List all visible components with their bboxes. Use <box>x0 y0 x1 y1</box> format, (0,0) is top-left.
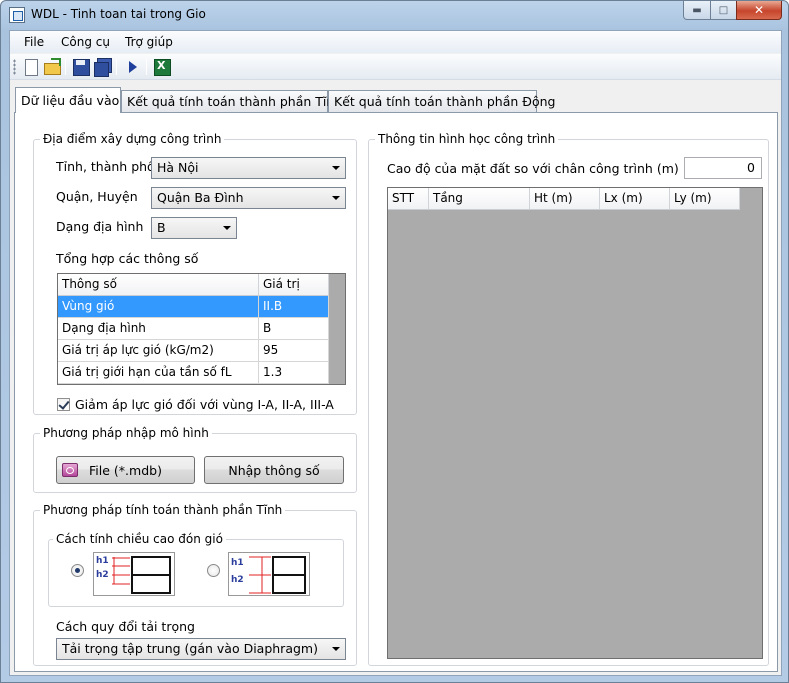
district-select[interactable]: Quận Ba Đình <box>151 187 346 209</box>
maximize-icon: □ <box>718 4 729 16</box>
params-cell-name[interactable]: Dạng địa hình <box>58 318 259 340</box>
model-input-group: Phương pháp nhập mô hình File (*.mdb) Nh… <box>33 426 357 493</box>
client-area: File Công cụ Trợ giúp Dữ liệu đầu vào Kế… <box>9 30 782 676</box>
frame-diagram-icon <box>249 556 306 594</box>
close-button[interactable]: ✕ <box>736 1 782 20</box>
params-cell-value[interactable]: 95 <box>259 340 329 362</box>
tab-dynamic-results[interactable]: Kết quả tính toán thành phần Động <box>328 90 555 112</box>
geometry-group-title: Thông tin hình học công trình <box>375 132 559 146</box>
static-method-group-title: Phương pháp tính toán thành phần Tĩnh <box>40 503 286 517</box>
close-icon: ✕ <box>753 3 765 17</box>
file-mdb-button[interactable]: File (*.mdb) <box>56 456 195 484</box>
province-label: Tỉnh, thành phố <box>56 159 155 174</box>
params-cell-value[interactable]: II.B <box>259 296 329 318</box>
location-group-title: Địa điểm xây dựng công trình <box>40 132 225 146</box>
ground-elevation-label: Cao độ của mặt đất so với chân công trìn… <box>387 161 679 176</box>
params-header-value[interactable]: Giá trị <box>259 274 329 296</box>
toolbar <box>10 54 781 80</box>
wind-height-group-title: Cách tính chiều cao đón gió <box>53 532 226 546</box>
toolbar-grip[interactable] <box>13 59 16 75</box>
geometry-header-floor[interactable]: Tầng <box>429 188 530 210</box>
params-cell-name[interactable]: Vùng gió <box>58 296 259 318</box>
geometry-table[interactable]: STT Tầng Ht (m) Lx (m) Ly (m) <box>387 187 763 659</box>
tab-input-data[interactable]: Dữ liệu đầu vào <box>15 87 121 113</box>
height-option-1-radio[interactable] <box>71 564 84 577</box>
load-conversion-select[interactable]: Tải trọng tập trung (gán vào Diaphragm) <box>56 638 346 660</box>
key-icon <box>62 463 78 477</box>
province-select[interactable]: Hà Nội <box>151 157 346 179</box>
title-bar[interactable]: WDL - Tinh toan tai trong Gio ▬ □ ✕ <box>1 1 788 29</box>
geometry-header-lx[interactable]: Lx (m) <box>600 188 670 210</box>
params-cell-name[interactable]: Giá trị giới hạn của tần số fL <box>58 362 259 384</box>
save-icon[interactable] <box>72 58 90 76</box>
height-diagram-2: h1 h2 <box>228 552 310 596</box>
chevron-down-icon <box>223 226 231 230</box>
height-option-2-radio[interactable] <box>207 564 220 577</box>
terrain-label: Dạng địa hình <box>56 219 144 234</box>
wind-height-group: Cách tính chiều cao đón gió h1 h2 h1 h2 <box>48 532 344 607</box>
menu-help[interactable]: Trợ giúp <box>125 35 173 49</box>
minimize-icon: ▬ <box>692 4 702 16</box>
params-cell-value[interactable]: 1.3 <box>259 362 329 384</box>
maximize-button[interactable]: □ <box>710 1 737 20</box>
tab-panel-input: Địa điểm xây dựng công trình Tỉnh, thành… <box>14 112 778 672</box>
file-mdb-button-label: File (*.mdb) <box>89 462 162 478</box>
new-file-icon[interactable] <box>22 58 40 76</box>
load-conversion-label: Cách quy đổi tải trọng <box>56 619 195 634</box>
summary-title: Tổng hợp các thông số <box>56 251 199 266</box>
terrain-value: B <box>157 220 166 235</box>
app-window: WDL - Tinh toan tai trong Gio ▬ □ ✕ File… <box>0 0 789 683</box>
app-icon <box>9 7 25 23</box>
menu-tools[interactable]: Công cụ <box>61 35 110 49</box>
save-all-icon[interactable] <box>94 58 112 77</box>
menu-bar: File Công cụ Trợ giúp <box>10 31 781 53</box>
window-title: WDL - Tinh toan tai trong Gio <box>31 7 206 21</box>
model-input-group-title: Phương pháp nhập mô hình <box>40 426 212 440</box>
tab-static-results[interactable]: Kết quả tính toán thành phần Tĩnh <box>121 90 342 112</box>
run-icon[interactable] <box>124 58 142 76</box>
reduce-pressure-checkbox[interactable] <box>57 398 70 411</box>
height-diagram-1: h1 h2 <box>93 552 175 596</box>
params-cell-name[interactable]: Giá trị áp lực gió (kG/m2) <box>58 340 259 362</box>
enter-params-button[interactable]: Nhập thông số <box>204 456 344 484</box>
static-method-group: Phương pháp tính toán thành phần Tĩnh Cá… <box>33 503 357 666</box>
chevron-down-icon <box>332 196 340 200</box>
ground-elevation-input[interactable]: 0 <box>684 157 762 179</box>
location-group: Địa điểm xây dựng công trình Tỉnh, thành… <box>33 132 357 415</box>
open-folder-icon[interactable] <box>43 58 61 76</box>
toolbar-separator <box>116 59 117 75</box>
load-conversion-value: Tải trọng tập trung (gán vào Diaphragm) <box>62 641 318 656</box>
params-cell-value[interactable]: B <box>259 318 329 340</box>
district-value: Quận Ba Đình <box>157 190 244 205</box>
minimize-button[interactable]: ▬ <box>683 1 711 20</box>
excel-icon[interactable] <box>153 58 171 76</box>
geometry-header-ht[interactable]: Ht (m) <box>530 188 600 210</box>
frame-diagram-icon <box>112 556 171 594</box>
province-value: Hà Nội <box>157 160 199 175</box>
chevron-down-icon <box>332 647 340 651</box>
geometry-header-ly[interactable]: Ly (m) <box>670 188 740 210</box>
toolbar-separator <box>146 59 147 75</box>
menu-file[interactable]: File <box>24 35 44 49</box>
params-header-name[interactable]: Thông số <box>58 274 259 296</box>
chevron-down-icon <box>332 166 340 170</box>
district-label: Quận, Huyện <box>56 189 138 204</box>
geometry-group: Thông tin hình học công trình Cao độ của… <box>368 132 769 666</box>
toolbar-separator <box>65 59 66 75</box>
terrain-select[interactable]: B <box>151 217 237 239</box>
geometry-header-stt[interactable]: STT <box>388 188 429 210</box>
params-table: Thông số Giá trị Vùng gió II.B Dạng địa … <box>57 273 346 385</box>
reduce-pressure-label[interactable]: Giảm áp lực gió đối với vùng I-A, II-A, … <box>75 397 334 412</box>
